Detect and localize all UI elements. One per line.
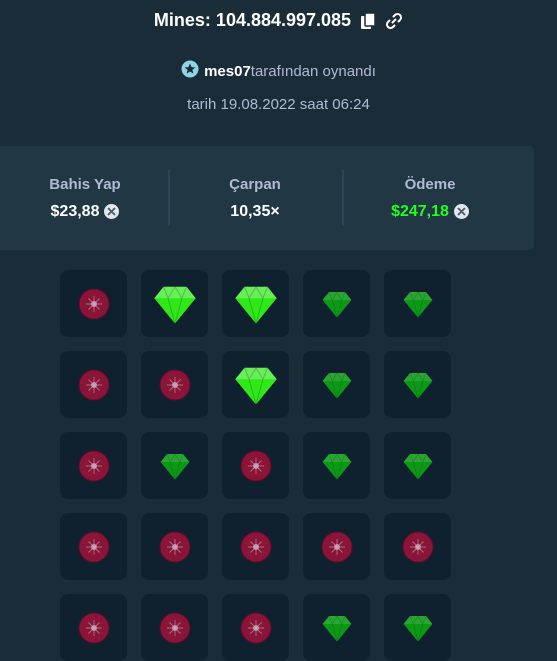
board-tile[interactable]: [222, 270, 289, 337]
mine-icon: [77, 368, 111, 402]
board-tile[interactable]: [384, 351, 451, 418]
gem-icon: [233, 362, 279, 408]
gem-icon: [321, 612, 353, 644]
payout-stat: Ödeme $247,18: [345, 146, 515, 250]
game-date: tarih 19.08.2022 saat 06:24: [187, 96, 370, 113]
mine-icon: [239, 611, 273, 645]
gem-icon: [152, 281, 198, 327]
payout-value: $247,18: [391, 202, 449, 220]
board-tile[interactable]: [303, 351, 370, 418]
mine-icon: [401, 530, 435, 564]
mine-icon: [239, 449, 273, 483]
board-tile[interactable]: [303, 270, 370, 337]
mine-icon: [158, 530, 192, 564]
board-tile[interactable]: [303, 513, 370, 580]
payout-amount: $247,18: [391, 203, 469, 221]
gem-icon: [321, 369, 353, 401]
board-tile[interactable]: [141, 594, 208, 661]
mine-icon: [239, 530, 273, 564]
board-tile[interactable]: [141, 351, 208, 418]
payout-label: Ödeme: [404, 175, 456, 193]
board-tile[interactable]: [384, 432, 451, 499]
mine-icon: [77, 287, 111, 321]
mine-icon: [77, 611, 111, 645]
board-tile[interactable]: [60, 432, 127, 499]
board-tile[interactable]: [384, 270, 451, 337]
played-by-row: mes07 tarafından oynandı: [0, 60, 557, 82]
game-header: Mines: 104.884.997.085 mes07 tarafından o…: [0, 0, 557, 140]
player-name[interactable]: mes07: [204, 63, 251, 80]
board-tile[interactable]: [141, 432, 208, 499]
board-tile[interactable]: [222, 351, 289, 418]
multiplier-value: 10,35×: [230, 202, 280, 220]
gem-icon: [159, 450, 191, 482]
played-by-text: tarafından oynandı: [250, 62, 376, 80]
gem-icon: [402, 450, 434, 482]
gem-icon: [402, 612, 434, 644]
bet-stat: Bahis Yap $23,88: [0, 146, 170, 250]
currency-coin-icon: [453, 204, 469, 219]
gem-icon: [402, 288, 434, 320]
mine-icon: [320, 530, 354, 564]
gem-icon: [402, 369, 434, 401]
game-title: Mines: 104.884.997.085: [153, 10, 352, 30]
mine-icon: [158, 611, 192, 645]
mine-icon: [158, 368, 192, 402]
gem-icon: [321, 288, 353, 320]
vip-star-icon: [181, 60, 199, 82]
mine-icon: [77, 530, 111, 564]
multiplier-stat: Çarpan 10,35×: [170, 146, 340, 250]
gem-icon: [233, 281, 279, 327]
board-tile[interactable]: [222, 594, 289, 661]
board-tile[interactable]: [60, 513, 127, 580]
board-tile[interactable]: [60, 594, 127, 661]
board-tile[interactable]: [141, 513, 208, 580]
bet-label: Bahis Yap: [49, 175, 121, 193]
board-tile[interactable]: [222, 432, 289, 499]
board-tile[interactable]: [60, 351, 127, 418]
stat-divider: [342, 170, 344, 226]
link-icon[interactable]: [385, 12, 403, 30]
board-tile[interactable]: [60, 270, 127, 337]
board-tile[interactable]: [141, 270, 208, 337]
bet-stats-panel: Bahis Yap $23,88 Çarpan 10,35× Ödeme $24…: [0, 146, 534, 250]
board-tile[interactable]: [222, 513, 289, 580]
board-tile[interactable]: [303, 432, 370, 499]
gem-icon: [321, 450, 353, 482]
board-tile[interactable]: [384, 594, 451, 661]
copy-icon[interactable]: [359, 11, 377, 30]
board-tile[interactable]: [303, 594, 370, 661]
bet-amount: $23,88: [51, 203, 120, 221]
mine-icon: [77, 449, 111, 483]
multiplier-label: Çarpan: [229, 175, 281, 193]
bet-value: $23,88: [50, 202, 100, 220]
title-row: Mines: 104.884.997.085: [0, 10, 557, 31]
currency-coin-icon: [104, 204, 120, 219]
board-tile[interactable]: [384, 513, 451, 580]
